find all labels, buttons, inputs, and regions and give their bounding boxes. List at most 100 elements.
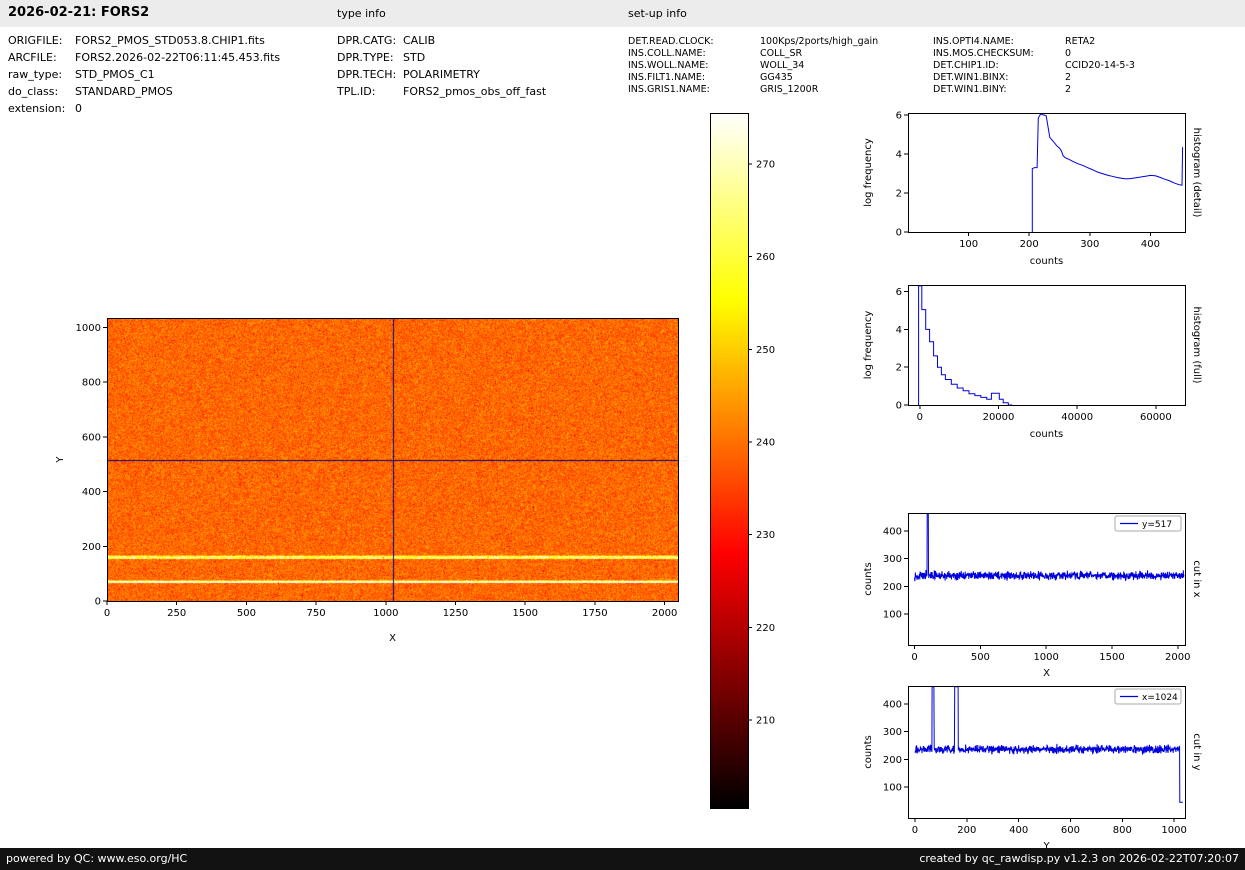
field-value: POLARIMETRY [403,68,480,81]
field-value: 100Kps/2ports/high_gain [760,36,879,47]
field-label: TPL.ID: [337,85,376,98]
svg-text:1000: 1000 [1161,825,1186,836]
field-ins-mos-checksum: INS.MOS.CHECKSUM: 0 [933,48,1071,59]
svg-text:0: 0 [104,608,110,619]
svg-text:2: 2 [896,363,902,374]
field-dpr-tech: DPR.TECH: POLARIMETRY [337,68,480,81]
footer-bar: powered by QC: www.eso.org/HC created by… [0,848,1245,870]
svg-text:1250: 1250 [443,608,468,619]
svg-text:100: 100 [883,610,902,621]
svg-text:X: X [389,633,396,644]
svg-text:200: 200 [1020,239,1039,250]
svg-text:800: 800 [82,378,101,389]
svg-text:y=517: y=517 [1142,520,1172,530]
svg-text:counts: counts [863,735,874,768]
field-ins-filt1-name: INS.FILT1.NAME: GG435 [628,72,793,83]
colorbar-axis: 210 220 230 240 250 260 270 [710,113,775,809]
field-label: ORIGFILE: [8,34,63,47]
svg-text:260: 260 [756,252,775,263]
svg-text:270: 270 [756,159,775,170]
svg-text:750: 750 [307,608,326,619]
field-label: DET.WIN1.BINY: [933,84,1007,95]
field-label: INS.FILT1.NAME: [628,72,706,83]
svg-text:400: 400 [883,526,902,537]
svg-text:500: 500 [971,652,990,663]
svg-text:300: 300 [883,727,902,738]
svg-text:1000: 1000 [1033,652,1058,663]
svg-text:counts: counts [1030,256,1063,267]
svg-text:2000: 2000 [1165,652,1190,663]
field-value: FORS2.2026-02-22T06:11:45.453.fits [75,51,281,64]
svg-text:1500: 1500 [512,608,537,619]
field-det-win1-binx: DET.WIN1.BINX: 2 [933,72,1071,83]
svg-text:Y: Y [55,456,66,464]
field-ins-opti4-name: INS.OPTI4.NAME: RETA2 [933,36,1095,47]
svg-text:800: 800 [1113,825,1132,836]
field-origfile: ORIGFILE: FORS2_PMOS_STD053.8.CHIP1.fits [8,34,265,47]
field-label: extension: [8,102,66,115]
svg-text:0: 0 [896,401,902,412]
svg-text:600: 600 [82,432,101,443]
field-arcfile: ARCFILE: FORS2.2026-02-22T06:11:45.453.fi… [8,51,280,64]
svg-text:cut in x: cut in x [1191,560,1202,597]
field-label: INS.GRIS1.NAME: [628,84,710,95]
svg-text:6: 6 [896,110,902,121]
field-value: FORS2_pmos_obs_off_fast [403,85,547,98]
field-label: raw_type: [8,68,63,81]
svg-text:40000: 40000 [1061,412,1093,423]
svg-text:histogram (full): histogram (full) [1191,306,1202,383]
field-value: 2 [1065,72,1072,83]
svg-text:counts: counts [863,562,874,595]
field-ins-gris1-name: INS.GRIS1.NAME: GRIS_1200R [628,84,818,95]
field-value: GG435 [760,72,793,83]
svg-text:230: 230 [756,530,775,541]
field-label: DPR.TYPE: [337,51,394,64]
field-ins-coll-name: INS.COLL.NAME: COLL_SR [628,48,802,59]
field-ins-woll-name: INS.WOLL.NAME: WOLL_34 [628,60,804,71]
svg-text:200: 200 [883,582,902,593]
field-label: DET.READ.CLOCK: [628,36,714,47]
field-label: INS.MOS.CHECKSUM: [933,48,1034,59]
field-det-chip1-id: DET.CHIP1.ID: CCID20-14-5-3 [933,60,1135,71]
field-value: RETA2 [1065,36,1096,47]
svg-text:4: 4 [896,325,902,336]
field-value: WOLL_34 [760,60,805,71]
field-tpl-id: TPL.ID: FORS2_pmos_obs_off_fast [337,85,546,98]
field-label: DET.WIN1.BINX: [933,72,1009,83]
field-det-read-clock: DET.READ.CLOCK: 100Kps/2ports/high_gain [628,36,878,47]
field-extension: extension: 0 [8,102,82,115]
top-header-bar: 2026-02-21: FORS2 type info set-up info [0,0,1245,27]
field-label: do_class: [8,85,59,98]
footer-right-text: created by qc_rawdisp.py v1.2.3 on 2026-… [919,852,1239,865]
field-label: DPR.TECH: [337,68,397,81]
field-label: DPR.CATG: [337,34,397,47]
field-do-class: do_class: STANDARD_PMOS [8,85,173,98]
svg-text:250: 250 [756,345,775,356]
svg-text:220: 220 [756,623,775,634]
svg-text:100: 100 [959,239,978,250]
svg-text:600: 600 [1061,825,1080,836]
svg-text:0: 0 [911,652,917,663]
svg-text:400: 400 [883,699,902,710]
qc-rawdisp-report: 2026-02-21: FORS2 type info set-up info … [0,0,1245,870]
raw-image-axes: 0 250 500 750 1000 1250 1500 1750 2000 0 200 400 600… [55,318,679,644]
svg-text:log frequency: log frequency [863,311,874,380]
svg-text:500: 500 [237,608,256,619]
svg-text:240: 240 [756,437,775,448]
field-raw-type: raw_type: STD_PMOS_C1 [8,68,155,81]
svg-text:1750: 1750 [582,608,607,619]
field-value: GRIS_1200R [760,84,819,95]
field-value: COLL_SR [760,48,803,59]
svg-text:counts: counts [1030,429,1063,440]
svg-text:20000: 20000 [983,412,1015,423]
svg-text:histogram (detail): histogram (detail) [1191,128,1202,218]
svg-text:6: 6 [896,287,902,298]
histogram-full-plot: 0 20000 40000 60000 0 2 4 6 counts log frequency h… [863,285,1202,440]
svg-text:200: 200 [957,825,976,836]
field-value: STD_PMOS_C1 [75,68,155,81]
svg-text:250: 250 [167,608,186,619]
field-dpr-catg: DPR.CATG: CALIB [337,34,435,47]
svg-text:x=1024: x=1024 [1142,693,1178,703]
field-value: STANDARD_PMOS [75,85,173,98]
svg-text:300: 300 [883,554,902,565]
